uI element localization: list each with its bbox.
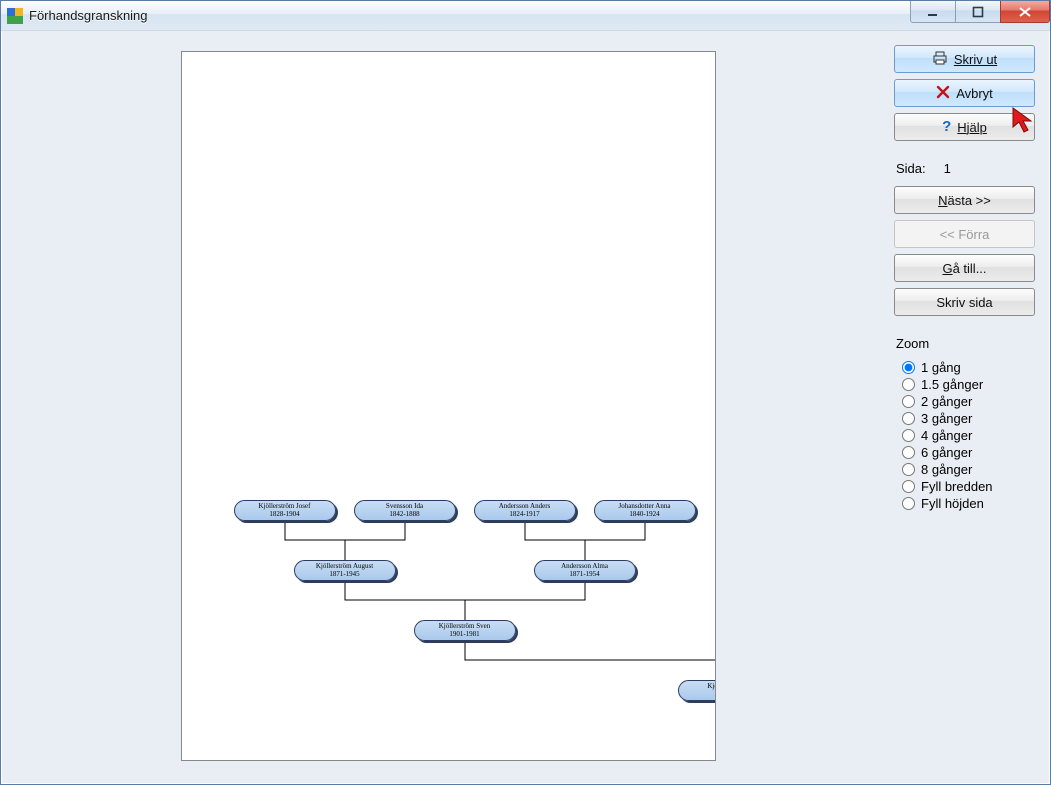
zoom-label: Zoom xyxy=(894,334,1035,353)
goto-page-button[interactable]: Gå till... xyxy=(894,254,1035,282)
zoom-option[interactable]: 2 gånger xyxy=(894,393,1035,410)
page-indicator: Sida: 1 xyxy=(894,159,1035,180)
print-label: Skriv ut xyxy=(954,52,997,67)
zoom-radio[interactable] xyxy=(902,429,915,442)
print-page-label: Skriv sida xyxy=(936,295,992,310)
maximize-button[interactable] xyxy=(955,1,1001,23)
window-controls xyxy=(911,1,1050,23)
tree-node: Svensson Ida1842-1888 xyxy=(354,500,456,521)
print-page-button[interactable]: Skriv sida xyxy=(894,288,1035,316)
preview-page: Kjöllerström Josef1828-1904 Svensson Ida1… xyxy=(181,51,716,761)
zoom-option[interactable]: 1.5 gånger xyxy=(894,376,1035,393)
zoom-radio[interactable] xyxy=(902,480,915,493)
close-button[interactable] xyxy=(1000,1,1050,23)
zoom-option[interactable]: 4 gånger xyxy=(894,427,1035,444)
help-icon: ? xyxy=(942,120,951,134)
tree-node: Kjöllerström Sven1901-1981 xyxy=(414,620,516,641)
print-button[interactable]: Skriv ut xyxy=(894,45,1035,73)
help-label: Hjälp xyxy=(957,120,987,135)
zoom-option-label: 6 gånger xyxy=(921,445,972,460)
next-page-button[interactable]: Nästa >> xyxy=(894,186,1035,214)
help-button[interactable]: ? Hjälp xyxy=(894,113,1035,141)
zoom-option-label: 1.5 gånger xyxy=(921,377,983,392)
cancel-label: Avbryt xyxy=(956,86,993,101)
zoom-radio[interactable] xyxy=(902,361,915,374)
zoom-radio[interactable] xyxy=(902,446,915,459)
zoom-option[interactable]: 3 gånger xyxy=(894,410,1035,427)
zoom-radio[interactable] xyxy=(902,497,915,510)
tree-node: Kjöllerström Josef1828-1904 xyxy=(234,500,336,521)
app-window: Förhandsgranskning Kjöllerström Josef182… xyxy=(0,0,1051,785)
tree-node: Johansdotter Anna1840-1924 xyxy=(594,500,696,521)
titlebar: Förhandsgranskning xyxy=(1,1,1050,31)
zoom-option-label: Fyll höjden xyxy=(921,496,984,511)
zoom-option[interactable]: Fyll höjden xyxy=(894,495,1035,512)
tree-node: Andersson Alma1871-1954 xyxy=(534,560,636,581)
zoom-option[interactable]: 1 gång xyxy=(894,359,1035,376)
zoom-option-label: 8 gånger xyxy=(921,462,972,477)
printer-icon xyxy=(932,51,948,68)
zoom-options: 1 gång 1.5 gånger 2 gånger 3 gånger 4 gånger… xyxy=(894,359,1035,512)
sidebar: Skriv ut Avbryt ? Hjälp Sida: 1 xyxy=(880,45,1035,769)
tree-node: Andersson Anders1824-1917 xyxy=(474,500,576,521)
zoom-radio[interactable] xyxy=(902,395,915,408)
preview-area: Kjöllerström Josef1828-1904 Svensson Ida1… xyxy=(16,45,880,769)
cancel-button[interactable]: Avbryt xyxy=(894,79,1035,107)
prev-page-button[interactable]: << Förra xyxy=(894,220,1035,248)
cancel-icon xyxy=(936,85,950,102)
zoom-option-label: 3 gånger xyxy=(921,411,972,426)
page-label: Sida: xyxy=(896,161,926,176)
zoom-option[interactable]: 8 gånger xyxy=(894,461,1035,478)
zoom-option[interactable]: Fyll bredden xyxy=(894,478,1035,495)
window-title: Förhandsgranskning xyxy=(29,8,148,23)
zoom-option-label: 4 gånger xyxy=(921,428,972,443)
minimize-button[interactable] xyxy=(910,1,956,23)
tree-node: Kjöllerström August1871-1945 xyxy=(294,560,396,581)
zoom-radio[interactable] xyxy=(902,463,915,476)
zoom-option-label: Fyll bredden xyxy=(921,479,993,494)
page-number: 1 xyxy=(944,161,951,176)
zoom-radio[interactable] xyxy=(902,378,915,391)
tree-connectors xyxy=(182,52,715,760)
client-area: Kjöllerström Josef1828-1904 Svensson Ida1… xyxy=(1,31,1050,784)
zoom-option-label: 1 gång xyxy=(921,360,961,375)
zoom-radio[interactable] xyxy=(902,412,915,425)
zoom-option[interactable]: 6 gånger xyxy=(894,444,1035,461)
zoom-option-label: 2 gånger xyxy=(921,394,972,409)
app-icon xyxy=(7,8,23,24)
tree-node: Kjöllerström B1938- xyxy=(678,680,716,701)
